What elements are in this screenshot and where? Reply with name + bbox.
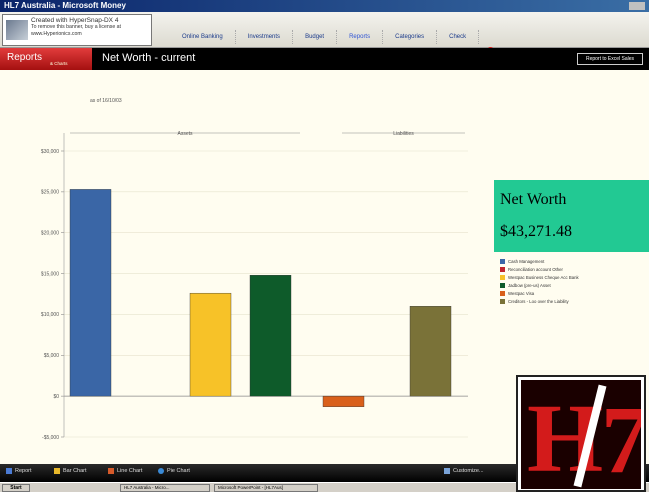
hypersnap-watermark: Created with HyperSnap-DX 4 To remove th… xyxy=(2,14,152,46)
net-worth-value: $43,271.48 xyxy=(500,223,572,240)
watermark-line-1: Created with HyperSnap-DX 4 xyxy=(31,17,119,24)
nav-online-banking[interactable]: Online Banking xyxy=(170,30,236,44)
bar xyxy=(409,306,452,397)
taskbar-task-money[interactable]: HL7 Australia - Micro... xyxy=(120,484,210,492)
legend-item: Creditors - Loo over the Liability xyxy=(500,297,579,305)
reports-tab-label: Reports xyxy=(7,52,43,63)
nav-investments[interactable]: Investments xyxy=(236,30,294,44)
window-title: HL7 Australia - Microsoft Money xyxy=(4,1,126,10)
legend-item: Westpac Visa xyxy=(500,289,579,297)
window-controls[interactable] xyxy=(629,2,645,10)
y-tick-label: $5,000 xyxy=(44,353,60,359)
pie-chart-icon xyxy=(158,468,164,474)
legend-swatch xyxy=(500,298,505,304)
chart-legend: Cash Management Reconciliation account Ot… xyxy=(500,257,579,305)
legend-label: Jadbow (pre-us) Asset xyxy=(508,282,551,288)
net-worth-label: Net Worth xyxy=(500,191,567,208)
y-tick-label: $15,000 xyxy=(41,271,59,277)
net-worth-summary-box: Net Worth $43,271.48 xyxy=(494,180,649,252)
legend-label: Westpac Visa xyxy=(508,290,535,296)
legend-item: Reconciliation account Other xyxy=(500,265,579,273)
y-tick-label: $20,000 xyxy=(41,231,59,237)
view-bar-chart-button[interactable]: Bar Chart xyxy=(54,468,87,474)
customize-icon xyxy=(444,468,450,474)
legend-swatch xyxy=(500,266,505,272)
report-icon xyxy=(6,468,12,474)
group-label: Liabilities xyxy=(393,131,414,137)
legend-label: Creditors - Loo over the Liability xyxy=(508,298,569,304)
customize-button[interactable]: Customize... xyxy=(444,468,484,474)
group-label: Assets xyxy=(177,131,193,137)
legend-item: Jadbow (pre-us) Asset xyxy=(500,281,579,289)
top-nav: Online Banking Investments Budget Report… xyxy=(170,30,480,44)
line-chart-icon xyxy=(108,468,114,474)
y-tick-label: $10,000 xyxy=(41,312,59,318)
nav-reports[interactable]: Reports xyxy=(337,30,384,44)
start-button[interactable]: Start xyxy=(2,484,30,492)
legend-label: Westpac Business Cheque Acc Bank xyxy=(508,274,579,280)
top-menubar: Created with HyperSnap-DX 4 To remove th… xyxy=(0,12,649,54)
reports-tab[interactable]: Reports & Charts xyxy=(0,48,92,70)
bar xyxy=(69,189,112,397)
legend-swatch xyxy=(500,282,505,288)
nav-categories[interactable]: Categories xyxy=(383,30,438,44)
legend-swatch xyxy=(500,274,505,280)
view-pie-chart-button[interactable]: Pie Chart xyxy=(158,468,190,474)
bar-chart-icon xyxy=(54,468,60,474)
y-tick-label: $25,000 xyxy=(41,190,59,196)
y-tick-label: -$5,000 xyxy=(42,435,59,441)
view-line-chart-button[interactable]: Line Chart xyxy=(108,468,142,474)
bar xyxy=(249,275,292,397)
y-tick-label: $30,000 xyxy=(41,149,59,155)
nav-budget[interactable]: Budget xyxy=(293,30,338,44)
reports-tab-sublabel: & Charts xyxy=(50,61,68,66)
view-report-button[interactable]: Report xyxy=(6,468,32,474)
legend-swatch xyxy=(500,258,505,264)
nav-check[interactable]: Check xyxy=(437,30,480,44)
reports-header-bar: Reports & Charts Net Worth - current Rep… xyxy=(0,48,649,70)
hl7-logo: H 7 xyxy=(516,375,646,492)
bar xyxy=(189,292,232,397)
watermark-line-3: www.Hyperionics.com xyxy=(31,31,82,37)
legend-label: Cash Management xyxy=(508,258,545,264)
legend-label: Reconciliation account Other xyxy=(508,266,563,272)
legend-item: Westpac Business Cheque Acc Bank xyxy=(500,273,579,281)
y-tick-label: $0 xyxy=(53,394,59,400)
export-excel-button[interactable]: Report to Excel Sales xyxy=(577,53,643,65)
window-titlebar: HL7 Australia - Microsoft Money xyxy=(0,0,649,12)
taskbar-task-powerpoint[interactable]: Microsoft PowerPoint - [HL7Aus] xyxy=(214,484,318,492)
money-logo-icon xyxy=(6,20,28,40)
report-title: Net Worth - current xyxy=(102,52,196,64)
bar xyxy=(322,395,365,407)
watermark-line-2: To remove this banner, buy a license at xyxy=(31,24,121,30)
legend-swatch xyxy=(500,290,505,296)
legend-item: Cash Management xyxy=(500,257,579,265)
